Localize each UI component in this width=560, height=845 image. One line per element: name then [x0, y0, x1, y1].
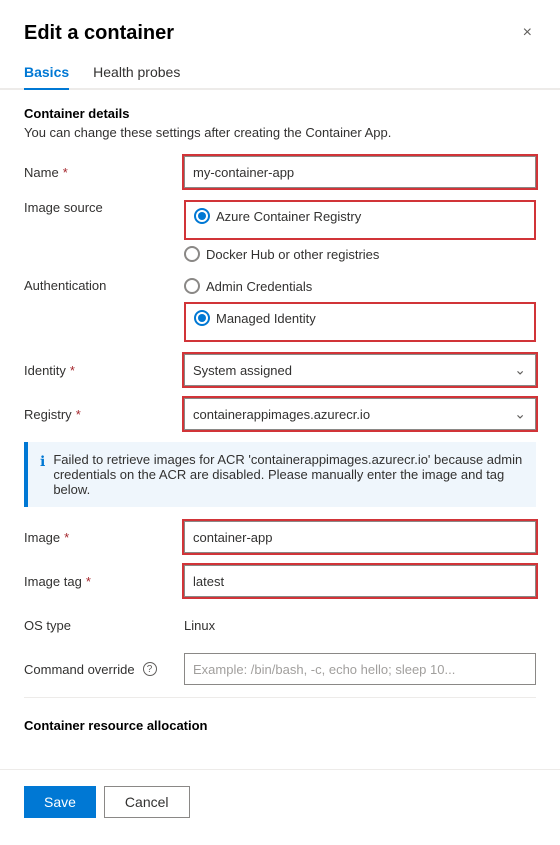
- os-type-value: Linux: [184, 618, 536, 633]
- registry-select[interactable]: containerappimages.azurecr.io: [184, 398, 536, 430]
- acr-radio-circle: [194, 208, 210, 224]
- name-label: Name *: [24, 165, 184, 180]
- command-override-row: Command override ?: [24, 653, 536, 685]
- identity-row: Identity * System assigned User assigned: [24, 354, 536, 386]
- admin-cred-option-row: Admin Credentials: [184, 278, 536, 294]
- image-source-control: Azure Container Registry Docker Hub or o…: [184, 200, 536, 270]
- command-override-help-icon[interactable]: ?: [143, 662, 157, 676]
- tab-health-probes[interactable]: Health probes: [93, 56, 180, 90]
- name-row: Name *: [24, 156, 536, 188]
- dockerhub-radio-circle: [184, 246, 200, 262]
- name-control: [184, 156, 536, 188]
- image-tag-control: [184, 565, 536, 597]
- registry-row: Registry * containerappimages.azurecr.io: [24, 398, 536, 430]
- dockerhub-option-row: Docker Hub or other registries: [184, 246, 536, 262]
- resource-allocation-title: Container resource allocation: [24, 710, 536, 737]
- registry-label: Registry *: [24, 407, 184, 422]
- image-tag-input[interactable]: [184, 565, 536, 597]
- admin-cred-radio-label[interactable]: Admin Credentials: [184, 278, 312, 294]
- os-type-row: OS type Linux: [24, 609, 536, 641]
- info-icon: ℹ: [40, 453, 45, 497]
- image-row: Image *: [24, 521, 536, 553]
- image-source-label: Image source: [24, 200, 184, 215]
- info-box: ℹ Failed to retrieve images for ACR 'con…: [24, 442, 536, 507]
- image-source-row: Image source Azure Container Registry: [24, 200, 536, 270]
- identity-select-wrapper: System assigned User assigned: [184, 354, 536, 386]
- managed-identity-radio-circle: [194, 310, 210, 326]
- managed-identity-radio-label[interactable]: Managed Identity: [194, 310, 316, 326]
- dialog-title: Edit a container: [24, 22, 174, 45]
- command-override-control: [184, 653, 536, 685]
- section-description: You can change these settings after crea…: [24, 125, 536, 140]
- identity-label: Identity *: [24, 363, 184, 378]
- info-text: Failed to retrieve images for ACR 'conta…: [53, 452, 524, 497]
- section-title: Container details: [24, 106, 536, 121]
- identity-required: *: [70, 363, 75, 378]
- registry-control: containerappimages.azurecr.io: [184, 398, 536, 430]
- dockerhub-radio-label[interactable]: Docker Hub or other registries: [184, 246, 379, 262]
- admin-cred-radio-circle: [184, 278, 200, 294]
- auth-control: Admin Credentials Managed Identity: [184, 278, 536, 342]
- command-override-input[interactable]: [184, 653, 536, 685]
- name-input[interactable]: [184, 156, 536, 188]
- close-button[interactable]: ×: [519, 20, 536, 46]
- managed-identity-radio-dot: [198, 314, 206, 322]
- acr-radio-dot: [198, 212, 206, 220]
- image-control: [184, 521, 536, 553]
- identity-control: System assigned User assigned: [184, 354, 536, 386]
- save-button[interactable]: Save: [24, 786, 96, 818]
- cancel-button[interactable]: Cancel: [104, 786, 190, 818]
- image-tag-required: *: [86, 574, 91, 589]
- registry-select-wrapper: containerappimages.azurecr.io: [184, 398, 536, 430]
- acr-option-row: Azure Container Registry: [194, 208, 526, 224]
- dialog-header: Edit a container ×: [0, 0, 560, 56]
- dockerhub-radio-text: Docker Hub or other registries: [206, 247, 379, 262]
- image-label: Image *: [24, 530, 184, 545]
- image-required: *: [64, 530, 69, 545]
- image-input[interactable]: [184, 521, 536, 553]
- auth-row: Authentication Admin Credentials: [24, 278, 536, 342]
- edit-container-dialog: Edit a container × Basics Health probes …: [0, 0, 560, 845]
- managed-identity-radio-text: Managed Identity: [216, 311, 316, 326]
- image-tag-row: Image tag *: [24, 565, 536, 597]
- image-tag-label: Image tag *: [24, 574, 184, 589]
- tab-basics[interactable]: Basics: [24, 56, 69, 90]
- tab-bar: Basics Health probes: [0, 56, 560, 90]
- identity-select[interactable]: System assigned User assigned: [184, 354, 536, 386]
- os-type-label: OS type: [24, 618, 184, 633]
- managed-identity-option-row: Managed Identity: [194, 310, 526, 326]
- auth-label: Authentication: [24, 278, 184, 293]
- command-override-label: Command override ?: [24, 662, 184, 677]
- section-divider: [24, 697, 536, 698]
- close-icon: ×: [523, 24, 532, 42]
- os-type-text: Linux: [184, 618, 215, 633]
- registry-required: *: [76, 407, 81, 422]
- acr-radio-text: Azure Container Registry: [216, 209, 361, 224]
- acr-radio-label[interactable]: Azure Container Registry: [194, 208, 361, 224]
- name-required: *: [63, 165, 68, 180]
- admin-cred-radio-text: Admin Credentials: [206, 279, 312, 294]
- form-content: Container details You can change these s…: [0, 90, 560, 761]
- dialog-footer: Save Cancel: [0, 769, 560, 834]
